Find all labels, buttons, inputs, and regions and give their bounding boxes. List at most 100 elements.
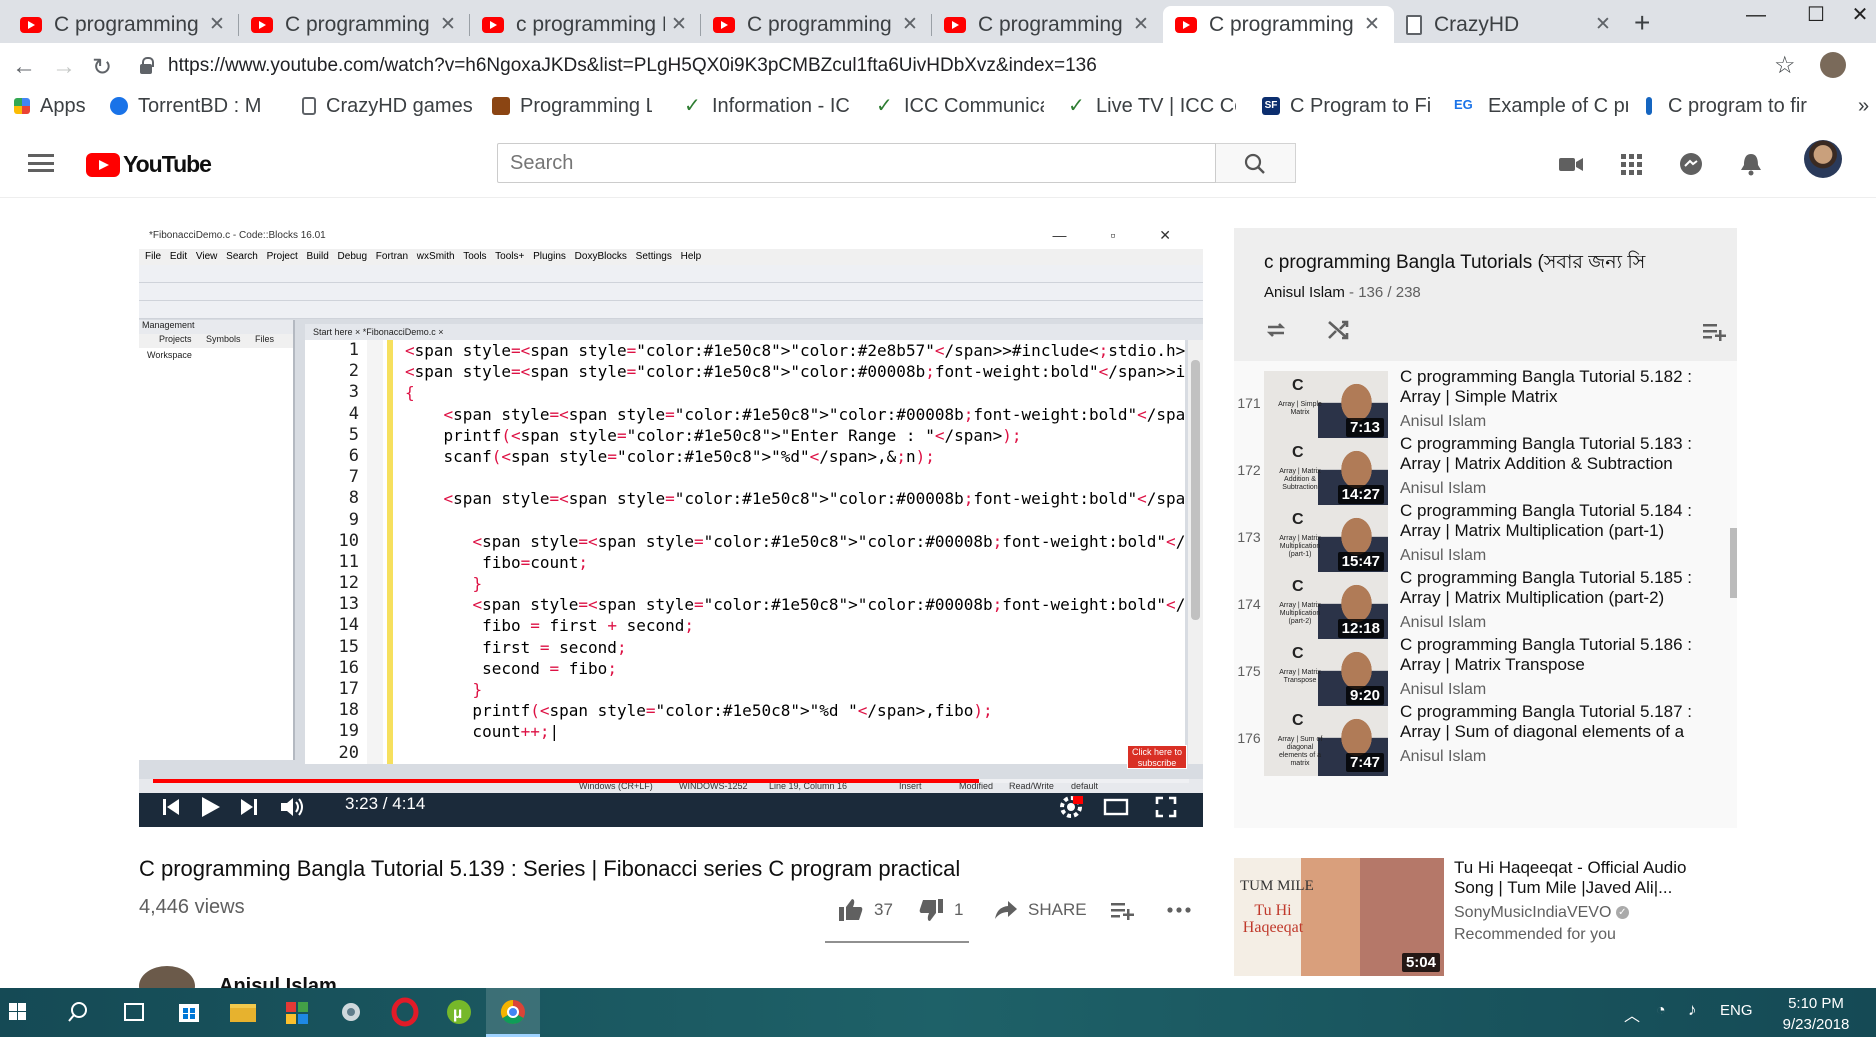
volume-icon[interactable] [279, 796, 305, 818]
playlist-title[interactable]: c programming Bangla Tutorials (সবার জন্… [1264, 248, 1684, 280]
store-icon[interactable] [162, 988, 216, 1037]
recommended-video[interactable]: TUM MILE Tu Hi Haqeeqat 5:04 Tu Hi Haqee… [1234, 858, 1737, 978]
playlist-scrollbar[interactable] [1730, 528, 1737, 598]
bookmark-apps[interactable]: Apps [14, 92, 86, 120]
bookmarks-overflow-button[interactable]: » [1858, 92, 1869, 120]
theater-mode-icon[interactable] [1103, 797, 1129, 817]
playlist-thumbnail[interactable]: C Array | Simple Matrix 7:13 [1264, 371, 1388, 441]
search-input[interactable] [497, 143, 1216, 183]
hamburger-menu-icon[interactable] [28, 154, 54, 172]
bookmark-item[interactable]: ✓ ICC Communica [876, 92, 1044, 120]
playlist-thumbnail[interactable]: C Array | Matrix Multiplication (part-1) 1… [1264, 505, 1388, 575]
close-tab-icon[interactable]: ✕ [207, 13, 227, 36]
chrome-taskbar-icon[interactable] [486, 988, 540, 1037]
speaker-icon[interactable]: ♪ [1688, 1000, 1697, 1020]
book-icon [492, 97, 510, 115]
start-button[interactable] [0, 988, 54, 1037]
youtube-logo[interactable]: YouTube [86, 151, 212, 178]
playlist-item-title[interactable]: C programming Bangla Tutorial 5.184 : Ar… [1400, 501, 1720, 541]
bookmark-item[interactable]: Programming L [492, 92, 652, 120]
previous-video-button[interactable] [161, 797, 181, 817]
browser-tab[interactable]: C programming B ✕ [239, 6, 470, 43]
codeblocks-taskbar-icon[interactable] [270, 988, 324, 1037]
close-tab-icon[interactable]: ✕ [1362, 13, 1382, 36]
next-video-button[interactable] [239, 797, 259, 817]
more-actions-button[interactable] [1166, 896, 1192, 924]
browser-tab-active[interactable]: C programming B ✕ [1163, 6, 1394, 43]
playlist-thumbnail[interactable]: C Array | Matrix Addition & Subtraction 14… [1264, 438, 1388, 508]
playlist-item-title[interactable]: C programming Bangla Tutorial 5.186 : Ar… [1400, 635, 1720, 675]
bookmark-item[interactable]: CrazyHD games [302, 92, 473, 120]
bookmark-item[interactable]: TorrentBD : Mov [110, 92, 260, 120]
task-view-icon[interactable] [108, 988, 162, 1037]
share-button[interactable]: SHARE [994, 896, 1087, 924]
shuffle-icon[interactable] [1326, 318, 1350, 342]
playlist-thumbnail[interactable]: C Array | Matrix Transpose 9:20 [1264, 639, 1388, 709]
loop-icon[interactable] [1264, 318, 1288, 342]
browser-tab[interactable]: CrazyHD ✕ [1394, 6, 1625, 43]
close-window-button[interactable]: ✕ [1830, 0, 1876, 30]
minimize-window-button[interactable]: — [1726, 0, 1786, 30]
playlist-item-title[interactable]: C programming Bangla Tutorial 5.183 : Ar… [1400, 434, 1720, 474]
bookmark-item[interactable]: ✓ Information - IC [684, 92, 852, 120]
browser-tab[interactable]: C programming B ✕ [932, 6, 1163, 43]
apps-grid-icon[interactable] [1618, 152, 1644, 176]
close-tab-icon[interactable]: ✕ [900, 13, 920, 36]
bookmark-item[interactable]: ✓ Live TV | ICC Co [1068, 92, 1236, 120]
bookmark-star-icon[interactable]: ☆ [1774, 51, 1796, 80]
settings-gear-icon[interactable] [1059, 795, 1083, 819]
search-taskbar-icon[interactable] [54, 988, 108, 1037]
bookmark-item[interactable]: C program to fir [1646, 92, 1808, 120]
messages-icon[interactable] [1678, 152, 1704, 176]
add-to-playlist-button[interactable] [1110, 896, 1134, 924]
close-tab-icon[interactable]: ✕ [1131, 13, 1151, 36]
system-clock[interactable]: 5:10 PM 9/23/2018 [1766, 993, 1866, 1035]
browser-tab[interactable]: c programming B ✕ [470, 6, 701, 43]
new-tab-button[interactable]: + [1634, 7, 1650, 39]
tray-chevron-icon[interactable]: ︿ [1624, 1002, 1640, 1026]
bookmark-item[interactable]: EG Example of C pr [1454, 92, 1628, 120]
playlist-item-channel: Anisul Islam [1400, 681, 1487, 698]
video-player[interactable]: *FibonacciDemo.c - Code::Blocks 16.01 — … [139, 223, 1203, 827]
play-button[interactable] [199, 795, 221, 819]
browser-tab[interactable]: C programming B ✕ [701, 6, 932, 43]
browser-tab[interactable]: C programming B ✕ [8, 6, 239, 43]
close-tab-icon[interactable]: ✕ [438, 13, 458, 36]
reload-button[interactable]: ↻ [92, 53, 112, 82]
line-number: 5 [348, 424, 359, 445]
browser-profile-avatar[interactable] [1820, 52, 1846, 78]
opera-browser-icon[interactable] [378, 988, 432, 1037]
account-avatar[interactable] [1804, 140, 1842, 178]
close-tab-icon[interactable]: ✕ [669, 13, 689, 36]
bookmark-item[interactable]: SF C Program to Fi [1262, 92, 1430, 120]
back-button[interactable]: ← [12, 53, 36, 81]
wifi-icon[interactable]: ◔ [1656, 1002, 1666, 1020]
like-button[interactable]: 37 [838, 896, 893, 924]
playlist-item[interactable]: 176 C Array | Sum of diagonal elements of … [1234, 702, 1724, 782]
dislike-button[interactable]: 1 [918, 896, 963, 924]
playlist-item-title[interactable]: C programming Bangla Tutorial 5.185 : Ar… [1400, 568, 1720, 608]
video-progress-played [153, 779, 979, 783]
utorrent-icon[interactable]: µ [432, 988, 486, 1037]
create-video-icon[interactable] [1558, 152, 1584, 176]
playlist-thumbnail[interactable]: C Array | Sum of diagonal elements of a m… [1264, 706, 1388, 776]
recommended-title[interactable]: Tu Hi Haqeeqat - Official Audio Song | T… [1454, 858, 1724, 898]
forward-button[interactable]: → [52, 53, 76, 81]
c-logo: C [1292, 511, 1304, 528]
fullscreen-icon[interactable] [1155, 796, 1177, 818]
address-bar[interactable]: https://www.youtube.com/watch?v=h6NgoxaJ… [134, 47, 1784, 85]
file-explorer-icon[interactable] [216, 988, 270, 1037]
video-progress-bar[interactable] [153, 779, 1189, 783]
recommended-channel[interactable]: SonyMusicIndiaVEVO ✓ [1454, 904, 1629, 922]
search-button[interactable] [1216, 143, 1296, 183]
snipping-tool-icon[interactable] [324, 988, 378, 1037]
input-language[interactable]: ENG [1720, 1002, 1753, 1019]
recommended-thumbnail[interactable]: TUM MILE Tu Hi Haqeeqat 5:04 [1234, 858, 1444, 976]
subscribe-overlay-button[interactable]: Click here to subscribe [1127, 745, 1187, 769]
playlist-item-title[interactable]: C programming Bangla Tutorial 5.182 : Ar… [1400, 367, 1720, 407]
playlist-item-title[interactable]: C programming Bangla Tutorial 5.187 : Ar… [1400, 702, 1720, 742]
save-playlist-icon[interactable] [1702, 320, 1728, 342]
close-tab-icon[interactable]: ✕ [1593, 13, 1613, 36]
playlist-thumbnail[interactable]: C Array | Matrix Multiplication (part-2) 1… [1264, 572, 1388, 642]
notifications-bell-icon[interactable] [1738, 152, 1764, 176]
